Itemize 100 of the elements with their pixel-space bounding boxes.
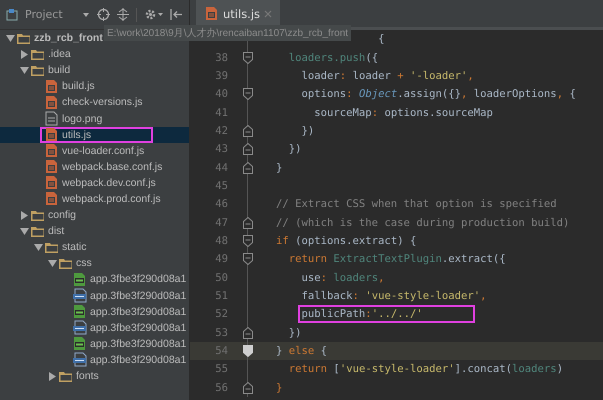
tree-row[interactable]: webpack.prod.conf.js	[0, 190, 189, 208]
tree-row[interactable]: check-versions.js	[0, 94, 189, 110]
tree-row[interactable]: config	[0, 207, 189, 224]
code-line: use: loaders,	[302, 272, 384, 284]
project-icon	[6, 8, 18, 21]
tree-row[interactable]: app.3fbe3f290d08a1	[0, 336, 189, 352]
folder-name: .idea	[48, 48, 71, 60]
code-line: loader: loader + '-loader',	[302, 70, 474, 82]
code-line: loaders.push({	[288, 52, 378, 64]
fold-marker-icon[interactable]	[243, 88, 253, 100]
line-number: 38	[214, 52, 229, 64]
expanded-arrow-icon[interactable]	[20, 226, 28, 236]
fold-marker-icon[interactable]	[243, 382, 253, 394]
fold-marker-icon[interactable]	[243, 162, 253, 174]
tree-row[interactable]: .idea	[0, 46, 189, 62]
tree-row[interactable]: build.js	[0, 78, 189, 94]
code-line: sourceMap: options.sourceMap	[314, 106, 493, 119]
data-file-icon	[72, 320, 87, 336]
line-number: 41	[214, 106, 229, 119]
code-line: // (which is the case during production build)	[276, 216, 570, 229]
line-number: 43	[214, 143, 229, 156]
expanded-arrow-icon[interactable]	[34, 242, 42, 252]
js-file-icon	[204, 6, 219, 21]
code-line: return ['vue-style-loader'].concat(loaders)	[288, 363, 564, 376]
js-file-icon	[44, 78, 59, 94]
tree-row[interactable]: vue-loader.conf.js	[0, 142, 189, 159]
panel-title[interactable]: Project	[25, 8, 63, 21]
code-line: // Extract CSS when that option is specified	[276, 198, 557, 210]
file-name: app.3fbe3f290d08a1	[90, 273, 186, 286]
file-name: webpack.dev.conf.js	[62, 176, 156, 189]
fold-marker-icon[interactable]	[243, 124, 253, 137]
tree-row[interactable]: css	[0, 255, 189, 272]
project-path-tooltip: E:\work\2018\9月\人才办\rencaiban1107\zzb_rcb_front	[104, 25, 352, 41]
tree-row[interactable]: app.3fbe3f290d08a1	[0, 320, 189, 336]
tree-row[interactable]: logo.png	[0, 110, 189, 127]
code-line: } else {	[276, 345, 328, 358]
line-number: 50	[214, 272, 229, 284]
folder-name: static	[62, 241, 87, 254]
editor-tab[interactable]: utils.js	[196, 0, 280, 27]
collapsed-arrow-icon[interactable]	[48, 372, 56, 381]
line-number: 40	[214, 88, 229, 100]
file-name: utils.js	[62, 128, 92, 141]
settings-icon[interactable]	[144, 8, 163, 21]
code-line: })	[288, 326, 302, 339]
expanded-arrow-icon[interactable]	[6, 34, 14, 43]
tree-row[interactable]: app.3fbe3f290d08a1	[0, 304, 189, 320]
collapsed-arrow-icon[interactable]	[20, 50, 28, 59]
fold-marker-icon[interactable]	[243, 326, 253, 339]
code-line: options: Object.assign({}, loaderOptions, {	[302, 88, 576, 100]
tree-row[interactable]: webpack.base.conf.js	[0, 158, 189, 175]
collapse-icon[interactable]	[117, 8, 129, 21]
tree-row[interactable]: app.3fbe3f290d08a1	[0, 352, 189, 368]
hide-panel-icon[interactable]	[170, 8, 183, 21]
code-line: })	[288, 143, 302, 156]
line-number: 47	[214, 216, 229, 229]
file-name: webpack.prod.conf.js	[62, 192, 161, 205]
tree-row[interactable]: webpack.dev.conf.js	[0, 174, 189, 191]
folder-name: config	[48, 209, 76, 222]
expanded-arrow-icon[interactable]	[20, 66, 28, 75]
selected-tree-row[interactable]: utils.js	[0, 126, 189, 143]
file-name: app.3fbe3f290d08a1	[90, 306, 186, 318]
line-number: 42	[214, 124, 229, 137]
code-line: {	[378, 33, 384, 46]
css-file-icon	[72, 272, 87, 287]
js-file-icon	[44, 94, 59, 110]
line-number: 48	[214, 234, 229, 247]
line-number: 49	[214, 253, 229, 266]
line-number: 52	[214, 308, 229, 320]
file-name: app.3fbe3f290d08a1	[90, 290, 186, 302]
folder-name: dist	[48, 225, 64, 238]
fold-marker-icon[interactable]	[243, 52, 253, 64]
fold-marker-icon[interactable]	[243, 143, 253, 156]
fold-marker-icon[interactable]	[243, 234, 253, 247]
data-file-icon	[72, 288, 87, 304]
fold-marker-icon[interactable]	[243, 253, 253, 266]
code-line: }	[276, 162, 282, 174]
tree-row[interactable]: app.3fbe3f290d08a1	[0, 271, 189, 288]
file-name: webpack.base.conf.js	[62, 160, 162, 173]
file-name: check-versions.js	[62, 96, 143, 108]
tree-row[interactable]: static	[0, 239, 189, 256]
code-line: })	[302, 124, 314, 137]
collapsed-arrow-icon[interactable]	[20, 210, 28, 220]
js-file-icon	[44, 175, 59, 190]
fold-marker-icon[interactable]	[243, 216, 253, 229]
tree-row[interactable]: fonts	[0, 368, 189, 384]
caret-icon[interactable]	[82, 10, 90, 18]
locate-icon[interactable]	[97, 8, 110, 21]
image-file-icon	[44, 111, 59, 126]
line-number: 44	[214, 162, 229, 174]
tree-row[interactable]: app.3fbe3f290d08a1	[0, 288, 189, 304]
code-line: if (options.extract) {	[276, 234, 416, 247]
js-file-icon	[44, 159, 59, 174]
line-number: 54	[214, 345, 229, 358]
tree-row[interactable]: build	[0, 62, 189, 78]
bookmark-icon[interactable]	[243, 345, 253, 358]
tree-row[interactable]: dist	[0, 223, 189, 240]
expanded-arrow-icon[interactable]	[48, 258, 56, 268]
line-number: 46	[214, 198, 229, 210]
js-file-icon	[44, 191, 59, 206]
folder-name: css	[76, 257, 92, 270]
